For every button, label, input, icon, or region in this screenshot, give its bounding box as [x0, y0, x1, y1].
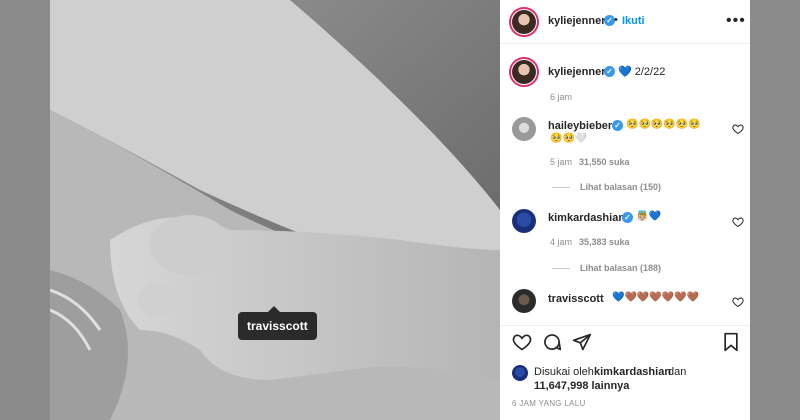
avatar[interactable] — [512, 117, 536, 141]
caption-time[interactable]: 6 jam — [550, 92, 572, 102]
page-scrollbar[interactable] — [750, 0, 758, 420]
view-replies-link[interactable]: Lihat balasan (150) — [580, 182, 661, 192]
like-comment-icon[interactable] — [732, 216, 744, 228]
likes-count[interactable]: 11,647,998 lainnya — [534, 380, 629, 392]
avatar[interactable] — [512, 209, 536, 233]
like-icon[interactable] — [512, 332, 532, 352]
avatar[interactable] — [512, 10, 536, 34]
verified-icon: ✓ — [622, 212, 633, 223]
post-details-panel: kyliejenner ✓ • Ikuti ••• kyliejenner ✓ … — [500, 0, 750, 420]
follow-button[interactable]: Ikuti — [622, 15, 645, 27]
photo-user-tag[interactable]: travisscott — [238, 306, 317, 340]
comment-text: 🥺🥺🥺🥺🥺🥺 — [626, 119, 701, 130]
caption-text: 💙 2/2/22 — [618, 66, 666, 78]
view-replies-link[interactable]: Lihat balasan (188) — [580, 263, 661, 273]
verified-icon: ✓ — [604, 66, 615, 77]
replies-line — [552, 268, 570, 269]
avatar[interactable] — [512, 60, 536, 84]
like-comment-icon[interactable] — [732, 296, 744, 308]
more-options-icon[interactable]: ••• — [726, 12, 746, 30]
liked-by-mid: dan — [668, 366, 687, 378]
replies-line — [552, 187, 570, 188]
caption-username[interactable]: kyliejenner — [548, 66, 605, 78]
comment-username[interactable]: kimkardashian — [548, 212, 625, 224]
comment-text: 👼🏼💙 — [636, 211, 661, 222]
avatar[interactable] — [512, 365, 528, 381]
post-photo[interactable]: travisscott — [50, 0, 500, 420]
comment-text: 🥺🥺🤍 — [550, 133, 588, 144]
comment-text: 💙🤎🤎🤎🤎🤎🤎 — [612, 292, 700, 303]
comment-username[interactable]: haileybieber — [548, 120, 612, 132]
like-comment-icon[interactable] — [732, 123, 744, 135]
separator-dot: • — [614, 14, 618, 26]
comment-likes[interactable]: 35,383 suka — [579, 237, 630, 247]
post-header: kyliejenner ✓ • Ikuti ••• — [500, 0, 750, 44]
comment-username[interactable]: travisscott — [548, 293, 604, 305]
share-icon[interactable] — [572, 332, 592, 352]
save-icon[interactable] — [722, 332, 740, 352]
verified-icon: ✓ — [612, 120, 623, 131]
action-bar — [500, 325, 750, 355]
post-timestamp[interactable]: 6 JAM YANG LALU — [512, 399, 586, 408]
comment-time[interactable]: 5 jam — [550, 157, 572, 167]
baby-hand-photo — [50, 0, 500, 420]
comment-likes[interactable]: 31,550 suka — [579, 157, 630, 167]
comment-icon[interactable] — [542, 332, 562, 352]
avatar[interactable] — [512, 289, 536, 313]
liked-by-prefix: Disukai oleh — [534, 366, 594, 378]
comment-time[interactable]: 4 jam — [550, 237, 572, 247]
header-username[interactable]: kyliejenner — [548, 15, 605, 27]
liked-by-user[interactable]: kimkardashian — [594, 366, 671, 378]
